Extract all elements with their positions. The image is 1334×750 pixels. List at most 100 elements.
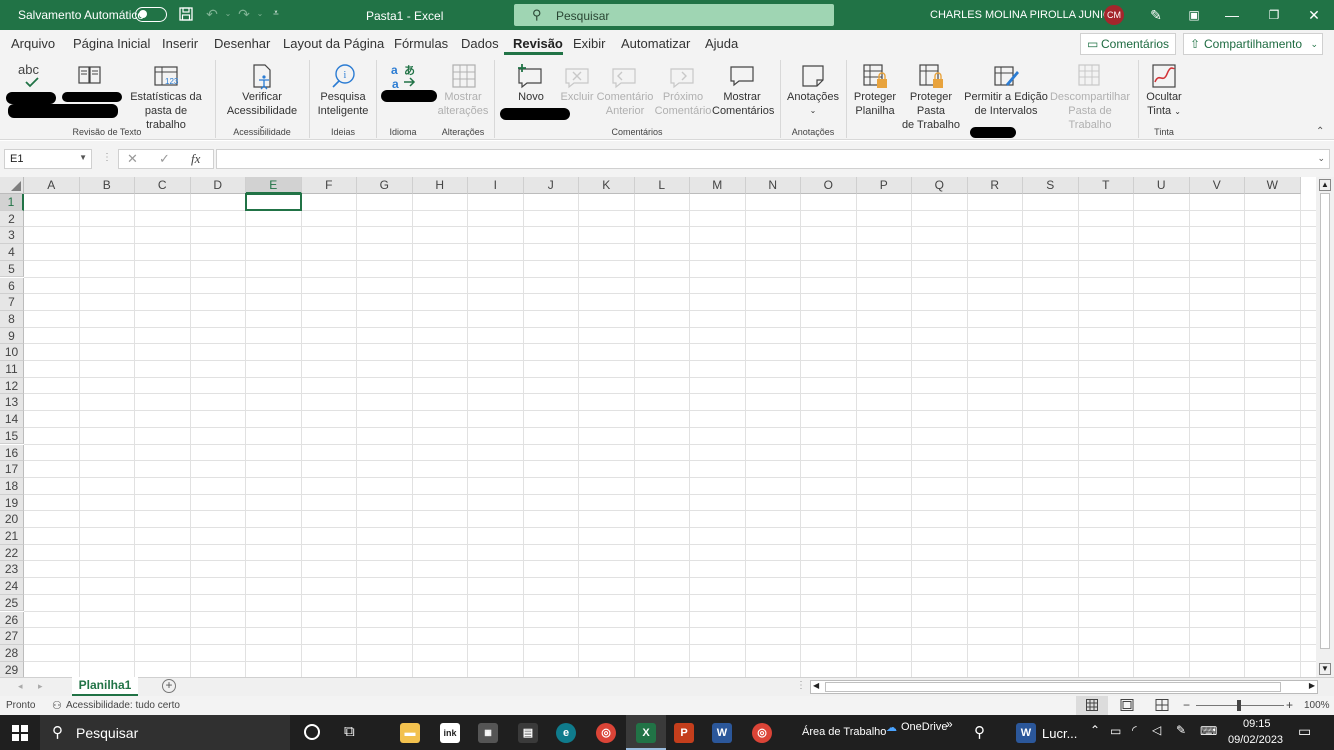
- row-header[interactable]: 15: [0, 427, 24, 445]
- row-header[interactable]: 18: [0, 477, 24, 495]
- tab-layout[interactable]: Layout da Página: [283, 36, 384, 51]
- allow-edit-ranges-icon[interactable]: [992, 62, 1020, 90]
- new-comment-button[interactable]: Novo: [508, 90, 554, 104]
- row-header[interactable]: 14: [0, 411, 24, 428]
- clock-date[interactable]: 09/02/2023: [1228, 734, 1283, 746]
- next-comment-icon[interactable]: [668, 62, 696, 90]
- protect-workbook-icon[interactable]: [917, 62, 945, 90]
- comments-button[interactable]: ▭ Comentários: [1080, 33, 1176, 55]
- translate-icon[interactable]: aあa: [390, 62, 418, 91]
- user-name[interactable]: CHARLES MOLINA PIROLLA JUNIOR: [930, 9, 1120, 21]
- toolbar-overflow-icon[interactable]: »: [946, 717, 953, 731]
- cancel-icon[interactable]: ✕: [127, 151, 138, 167]
- column-header[interactable]: A: [24, 177, 80, 194]
- row-header[interactable]: 13: [0, 394, 24, 412]
- row-header[interactable]: 6: [0, 277, 24, 295]
- edge-icon[interactable]: e: [556, 723, 576, 743]
- customize-toolbar-icon[interactable]: ⩡: [268, 6, 284, 22]
- row-header[interactable]: 21: [0, 528, 24, 545]
- volume-icon[interactable]: ◁: [1152, 723, 1161, 737]
- column-header[interactable]: B: [79, 177, 135, 194]
- redo-dropdown-icon[interactable]: ⌄: [252, 6, 268, 22]
- sheet-tab-planilha1[interactable]: Planilha1: [72, 677, 138, 696]
- windows-start-icon[interactable]: [12, 725, 28, 744]
- touch-keyboard-icon[interactable]: ⌨: [1200, 724, 1217, 738]
- row-header[interactable]: 19: [0, 494, 24, 512]
- delete-comment-button[interactable]: Excluir: [558, 90, 596, 104]
- word-document-icon[interactable]: W: [1016, 723, 1036, 743]
- protect-sheet-icon[interactable]: [861, 62, 889, 90]
- row-header[interactable]: 10: [0, 344, 24, 361]
- calculator-icon[interactable]: ▤: [518, 723, 538, 743]
- spreadsheet-grid[interactable]: A B C D E F G H I J K L M N O P Q R S T U V W 1 2 3 4 5 6 7 8 9 10 11 12 13…: [0, 177, 1316, 677]
- protect-workbook-button[interactable]: Proteger Pasta de Trabalho: [896, 90, 966, 132]
- column-header[interactable]: M: [690, 177, 746, 194]
- selected-cell[interactable]: [245, 193, 302, 211]
- scroll-thumb[interactable]: [825, 682, 1281, 692]
- column-header[interactable]: U: [1134, 177, 1190, 194]
- scroll-right-icon[interactable]: ▶: [1309, 681, 1315, 690]
- collapse-ribbon-icon[interactable]: ⌃: [1316, 126, 1324, 137]
- row-header[interactable]: 16: [0, 444, 24, 462]
- row-header[interactable]: 8: [0, 310, 24, 328]
- redo-icon[interactable]: ↷: [236, 6, 252, 22]
- more-options-icon[interactable]: ⋮: [102, 152, 112, 163]
- notifications-icon[interactable]: ▭: [1298, 723, 1311, 740]
- row-header[interactable]: 28: [0, 644, 24, 662]
- row-header[interactable]: 7: [0, 294, 24, 311]
- column-header[interactable]: H: [412, 177, 468, 194]
- row-header[interactable]: 26: [0, 611, 24, 629]
- scroll-thumb[interactable]: [1320, 193, 1330, 649]
- column-header[interactable]: L: [634, 177, 690, 194]
- share-button[interactable]: ⇧ Compartilhamento ⌄: [1183, 33, 1323, 55]
- horizontal-scrollbar[interactable]: ◀ ▶: [810, 680, 1318, 694]
- row-header[interactable]: 1: [0, 194, 24, 211]
- smart-lookup-button[interactable]: Pesquisa Inteligente: [312, 90, 374, 118]
- zoom-slider-thumb[interactable]: [1237, 700, 1241, 711]
- tab-revisao[interactable]: Revisão: [513, 36, 563, 51]
- column-header[interactable]: O: [801, 177, 857, 194]
- column-header[interactable]: D: [190, 177, 246, 194]
- workbook-statistics-button[interactable]: Estatísticas da pasta de trabalho: [126, 90, 206, 132]
- ink-app-icon[interactable]: ink: [440, 723, 460, 743]
- taskbar-search[interactable]: ⚲ Pesquisar: [40, 715, 290, 750]
- search-box[interactable]: ⚲ Pesquisar: [514, 4, 834, 26]
- accessibility-status[interactable]: Acessibilidade: tudo certo: [66, 700, 180, 711]
- close-icon[interactable]: ✕: [1304, 5, 1324, 25]
- enter-icon[interactable]: ✓: [159, 151, 170, 167]
- page-break-view-icon[interactable]: [1155, 699, 1169, 714]
- tab-formulas[interactable]: Fórmulas: [394, 36, 448, 51]
- name-box[interactable]: E1 ▼: [4, 149, 92, 169]
- allow-edit-ranges-button[interactable]: Permitir a Edição de Intervalos: [964, 90, 1048, 118]
- chrome-icon[interactable]: ◎: [596, 723, 616, 743]
- row-header[interactable]: 5: [0, 260, 24, 278]
- tab-dados[interactable]: Dados: [461, 36, 499, 51]
- avatar[interactable]: CM: [1104, 5, 1124, 25]
- people-icon[interactable]: ⚲: [974, 723, 985, 741]
- row-header[interactable]: 4: [0, 244, 24, 261]
- previous-comment-icon[interactable]: [610, 62, 638, 90]
- column-header[interactable]: Q: [912, 177, 968, 194]
- save-icon[interactable]: [178, 6, 194, 22]
- powerpoint-icon[interactable]: P: [674, 723, 694, 743]
- row-header[interactable]: 24: [0, 578, 24, 595]
- column-header[interactable]: C: [135, 177, 191, 194]
- unshare-workbook-icon[interactable]: [1076, 62, 1104, 90]
- row-header[interactable]: 9: [0, 327, 24, 345]
- new-comment-icon[interactable]: [516, 62, 544, 90]
- column-header[interactable]: I: [468, 177, 524, 194]
- zoom-level[interactable]: 100%: [1304, 700, 1330, 711]
- clock-time[interactable]: 09:15: [1243, 718, 1271, 730]
- insert-function-icon[interactable]: fx: [191, 151, 200, 167]
- row-header[interactable]: 3: [0, 227, 24, 245]
- row-header[interactable]: 11: [0, 361, 24, 378]
- notes-icon[interactable]: [799, 62, 827, 90]
- row-header[interactable]: 23: [0, 561, 24, 579]
- tab-ajuda[interactable]: Ajuda: [705, 36, 738, 51]
- scroll-left-icon[interactable]: ◀: [813, 681, 819, 690]
- row-header[interactable]: 29: [0, 661, 24, 677]
- cortana-icon[interactable]: [304, 724, 320, 740]
- unshare-workbook-button[interactable]: Descompartilhar Pasta de Trabalho: [1048, 90, 1132, 132]
- keyboard-app-icon[interactable]: ▦: [478, 723, 498, 743]
- ribbon-display-icon[interactable]: ▣: [1184, 5, 1204, 25]
